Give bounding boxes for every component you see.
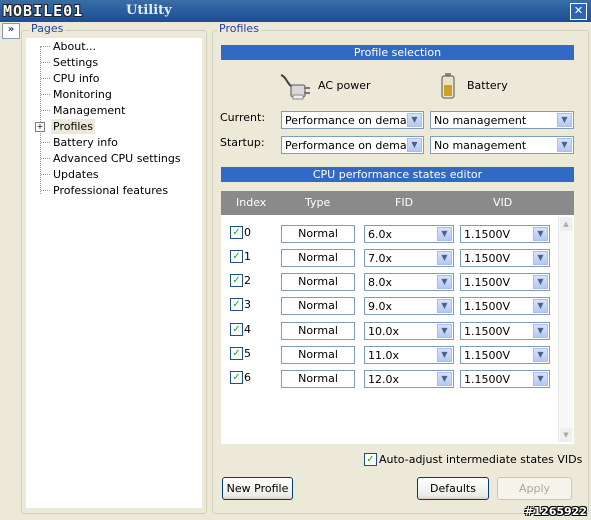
state-index: 3 [244, 298, 251, 311]
tree-item-battery-info[interactable]: Battery info [51, 135, 120, 150]
column-vid: VID [493, 196, 513, 209]
mobile01-logo: MOBILE01 [3, 2, 84, 20]
tree-item-about[interactable]: About... [51, 39, 98, 54]
chevron-down-icon: ▼ [533, 251, 548, 265]
chevron-down-icon: ▼ [533, 372, 548, 386]
state-type-field[interactable]: Normal [281, 225, 355, 243]
state-vid-select[interactable]: 1.1500V ▼ [460, 370, 550, 388]
expand-profiles-icon[interactable]: + [35, 122, 45, 132]
state-index: 6 [244, 371, 251, 384]
chevron-down-icon: ▼ [533, 299, 548, 313]
title-bar: MOBILE01 Utility ✕ [0, 0, 591, 22]
state-fid-select[interactable]: 10.0x ▼ [364, 322, 454, 340]
state-index: 4 [244, 323, 251, 336]
state-type-field[interactable]: Normal [281, 322, 355, 340]
battery-icon [441, 73, 455, 99]
current-battery-profile-select[interactable]: No management ▼ [430, 111, 574, 129]
states-scrollbar[interactable]: ▲ ▼ [558, 217, 573, 442]
chevron-down-icon: ▼ [533, 348, 548, 362]
apply-button[interactable]: Apply [497, 477, 572, 500]
chevron-down-icon: ▼ [437, 275, 452, 289]
state-vid-select[interactable]: 1.1500V ▼ [460, 297, 550, 315]
state-type-field[interactable]: Normal [281, 249, 355, 267]
battery-label: Battery [467, 79, 508, 92]
state-enabled-checkbox[interactable]: ✓ [230, 371, 243, 384]
chevron-down-icon: ▼ [557, 138, 572, 152]
state-fid-select[interactable]: 7.0x ▼ [364, 249, 454, 267]
chevron-down-icon: ▼ [437, 251, 452, 265]
chevron-down-icon: ▼ [533, 275, 548, 289]
tree-item-settings[interactable]: Settings [51, 55, 100, 70]
tree-item-updates[interactable]: Updates [51, 167, 101, 182]
tree-item-advanced-cpu-settings[interactable]: Advanced CPU settings [51, 151, 183, 166]
startup-battery-profile-select[interactable]: No management ▼ [430, 136, 574, 154]
ac-power-plug-icon [280, 74, 310, 100]
chevron-down-icon: ▼ [557, 113, 572, 127]
state-vid-select[interactable]: 1.1500V ▼ [460, 346, 550, 364]
close-icon[interactable]: ✕ [570, 3, 587, 20]
tree-item-professional-features[interactable]: Professional features [51, 183, 170, 198]
state-enabled-checkbox[interactable]: ✓ [230, 226, 243, 239]
state-enabled-checkbox[interactable]: ✓ [230, 274, 243, 287]
state-vid-select[interactable]: 1.1500V ▼ [460, 225, 550, 243]
chevron-down-icon: ▼ [437, 324, 452, 338]
state-fid-select[interactable]: 9.0x ▼ [364, 297, 454, 315]
tree-item-profiles[interactable]: Profiles [51, 119, 95, 134]
chevron-down-icon: ▼ [407, 138, 422, 152]
current-ac-profile-select[interactable]: Performance on demand ▼ [281, 111, 424, 129]
state-fid-select[interactable]: 8.0x ▼ [364, 273, 454, 291]
collapse-pages-icon[interactable]: » [2, 23, 20, 39]
state-type-field[interactable]: Normal [281, 297, 355, 315]
cpu-states-editor-header: CPU performance states editor [221, 167, 574, 182]
pages-group-label: Pages [29, 22, 66, 35]
chevron-down-icon: ▼ [437, 299, 452, 313]
scroll-up-icon[interactable]: ▲ [560, 217, 572, 231]
startup-label: Startup: [220, 136, 265, 149]
watermark-id: #1265922 [524, 505, 587, 518]
state-type-field[interactable]: Normal [281, 273, 355, 291]
chevron-down-icon: ▼ [437, 372, 452, 386]
scroll-down-icon[interactable]: ▼ [560, 428, 572, 442]
current-label: Current: [220, 111, 266, 124]
tree-item-cpu-info[interactable]: CPU info [51, 71, 102, 86]
state-index: 1 [244, 250, 251, 263]
state-fid-select[interactable]: 12.0x ▼ [364, 370, 454, 388]
profile-selection-header: Profile selection [221, 45, 574, 60]
state-type-field[interactable]: Normal [281, 370, 355, 388]
column-fid: FID [395, 196, 414, 209]
state-enabled-checkbox[interactable]: ✓ [230, 250, 243, 263]
ac-power-label: AC power [318, 79, 371, 92]
state-vid-select[interactable]: 1.1500V ▼ [460, 322, 550, 340]
column-type: Type [305, 196, 331, 209]
state-vid-select[interactable]: 1.1500V ▼ [460, 273, 550, 291]
pages-tree: + About... Settings CPU info Monitoring … [26, 38, 202, 508]
chevron-down-icon: ▼ [437, 348, 452, 362]
chevron-down-icon: ▼ [533, 324, 548, 338]
state-enabled-checkbox[interactable]: ✓ [230, 323, 243, 336]
state-index: 0 [244, 226, 251, 239]
tree-item-management[interactable]: Management [51, 103, 127, 118]
chevron-down-icon: ▼ [533, 227, 548, 241]
state-fid-select[interactable]: 11.0x ▼ [364, 346, 454, 364]
state-enabled-checkbox[interactable]: ✓ [230, 347, 243, 360]
tree-item-monitoring[interactable]: Monitoring [51, 87, 114, 102]
profiles-group-label: Profiles [217, 22, 261, 35]
chevron-down-icon: ▼ [437, 227, 452, 241]
window-title: Utility [126, 3, 172, 18]
state-type-field[interactable]: Normal [281, 346, 355, 364]
auto-adjust-checkbox[interactable]: ✓ [364, 453, 377, 466]
states-table: Index Type FID VID ✓ 0 Normal 6.0x ▼ 1.1… [221, 191, 574, 444]
startup-ac-profile-select[interactable]: Performance on demand ▼ [281, 136, 424, 154]
state-fid-select[interactable]: 6.0x ▼ [364, 225, 454, 243]
chevron-down-icon: ▼ [407, 113, 422, 127]
state-enabled-checkbox[interactable]: ✓ [230, 298, 243, 311]
state-index: 5 [244, 347, 251, 360]
column-index: Index [236, 196, 267, 209]
states-table-header: Index Type FID VID [221, 191, 574, 215]
defaults-button[interactable]: Defaults [417, 477, 489, 500]
new-profile-button[interactable]: New Profile [222, 477, 293, 500]
state-index: 2 [244, 274, 251, 287]
auto-adjust-label: Auto-adjust intermediate states VIDs [379, 453, 583, 466]
state-vid-select[interactable]: 1.1500V ▼ [460, 249, 550, 267]
